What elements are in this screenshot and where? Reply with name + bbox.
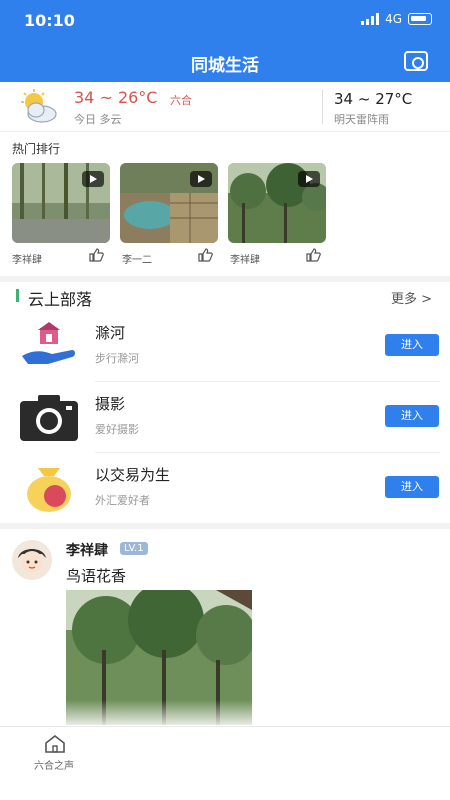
- nav-bar: 同城生活: [0, 42, 450, 82]
- tab-bar: 六合之声: [0, 726, 450, 800]
- level-badge: LV.1: [120, 542, 148, 555]
- play-icon: [298, 171, 320, 187]
- post-text: 鸟语花香: [66, 567, 127, 585]
- hot-author-name: 李一二: [122, 255, 152, 266]
- status-time: 10:10: [24, 11, 75, 30]
- play-icon: [82, 171, 104, 187]
- thumbs-up-icon[interactable]: [197, 247, 213, 263]
- tomorrow-temperature: 34 ~ 27°C: [334, 90, 413, 108]
- avatar[interactable]: [12, 540, 52, 580]
- tribe-item[interactable]: 以交易为生 外汇爱好者 进入: [0, 452, 450, 524]
- hot-author-name: 李祥肆: [230, 255, 260, 266]
- hot-video-card[interactable]: [12, 163, 110, 243]
- avatar-image: [12, 540, 52, 580]
- battery-icon: [408, 13, 432, 25]
- more-link[interactable]: 更多 >: [391, 288, 432, 307]
- weather-divider: [322, 90, 323, 124]
- page-title: 同城生活: [191, 56, 259, 76]
- enter-button[interactable]: 进入: [385, 405, 439, 427]
- status-icons: 4G: [361, 12, 432, 26]
- tribe-item[interactable]: 滁河 步行滁河 进入: [0, 310, 450, 382]
- tribe-name: 滁河: [95, 324, 126, 342]
- play-icon: [190, 171, 212, 187]
- hot-video-card[interactable]: [228, 163, 326, 243]
- tab-home-label[interactable]: 六合之声: [34, 757, 74, 772]
- tribe-name: 以交易为生: [95, 466, 171, 484]
- money-bag-icon: [27, 468, 71, 512]
- enter-button[interactable]: 进入: [385, 476, 439, 498]
- signal-icon: [361, 13, 380, 25]
- section-divider: [0, 276, 450, 282]
- hand-house-icon: [22, 322, 75, 364]
- network-label: 4G: [385, 12, 402, 26]
- weather-panel[interactable]: 34 ~ 26°C 六合 今日 多云 34 ~ 27°C 明天雷阵雨: [0, 82, 450, 132]
- tribe-name: 摄影: [95, 395, 126, 413]
- tribe-subtitle: 外汇爱好者: [95, 494, 150, 507]
- post-author-name[interactable]: 李祥肆: [66, 540, 108, 560]
- thumbs-up-icon[interactable]: [305, 247, 321, 263]
- today-temperature: 34 ~ 26°C: [74, 88, 158, 107]
- hot-section-title: 热门排行: [12, 142, 61, 156]
- weather-location: 六合: [170, 94, 192, 107]
- status-bar: 10:10 4G: [0, 0, 450, 42]
- camera-icon[interactable]: [404, 51, 428, 71]
- partly-cloudy-icon: [21, 89, 57, 123]
- tomorrow-description: 明天雷阵雨: [334, 113, 389, 126]
- tribe-subtitle: 步行滁河: [95, 352, 139, 365]
- hot-author-name: 李祥肆: [12, 255, 42, 266]
- tribes-section-title: 云上部落: [28, 290, 93, 309]
- tribe-subtitle: 爱好摄影: [95, 423, 139, 436]
- section-accent-bar: [16, 289, 19, 302]
- tribe-item[interactable]: 摄影 爱好摄影 进入: [0, 381, 450, 453]
- section-divider: [0, 523, 450, 529]
- home-icon[interactable]: [44, 734, 66, 754]
- thumbs-up-icon[interactable]: [88, 247, 104, 263]
- camera-icon: [20, 395, 78, 441]
- enter-button[interactable]: 进入: [385, 334, 439, 356]
- hot-video-card[interactable]: [120, 163, 218, 243]
- today-description: 今日 多云: [74, 113, 122, 126]
